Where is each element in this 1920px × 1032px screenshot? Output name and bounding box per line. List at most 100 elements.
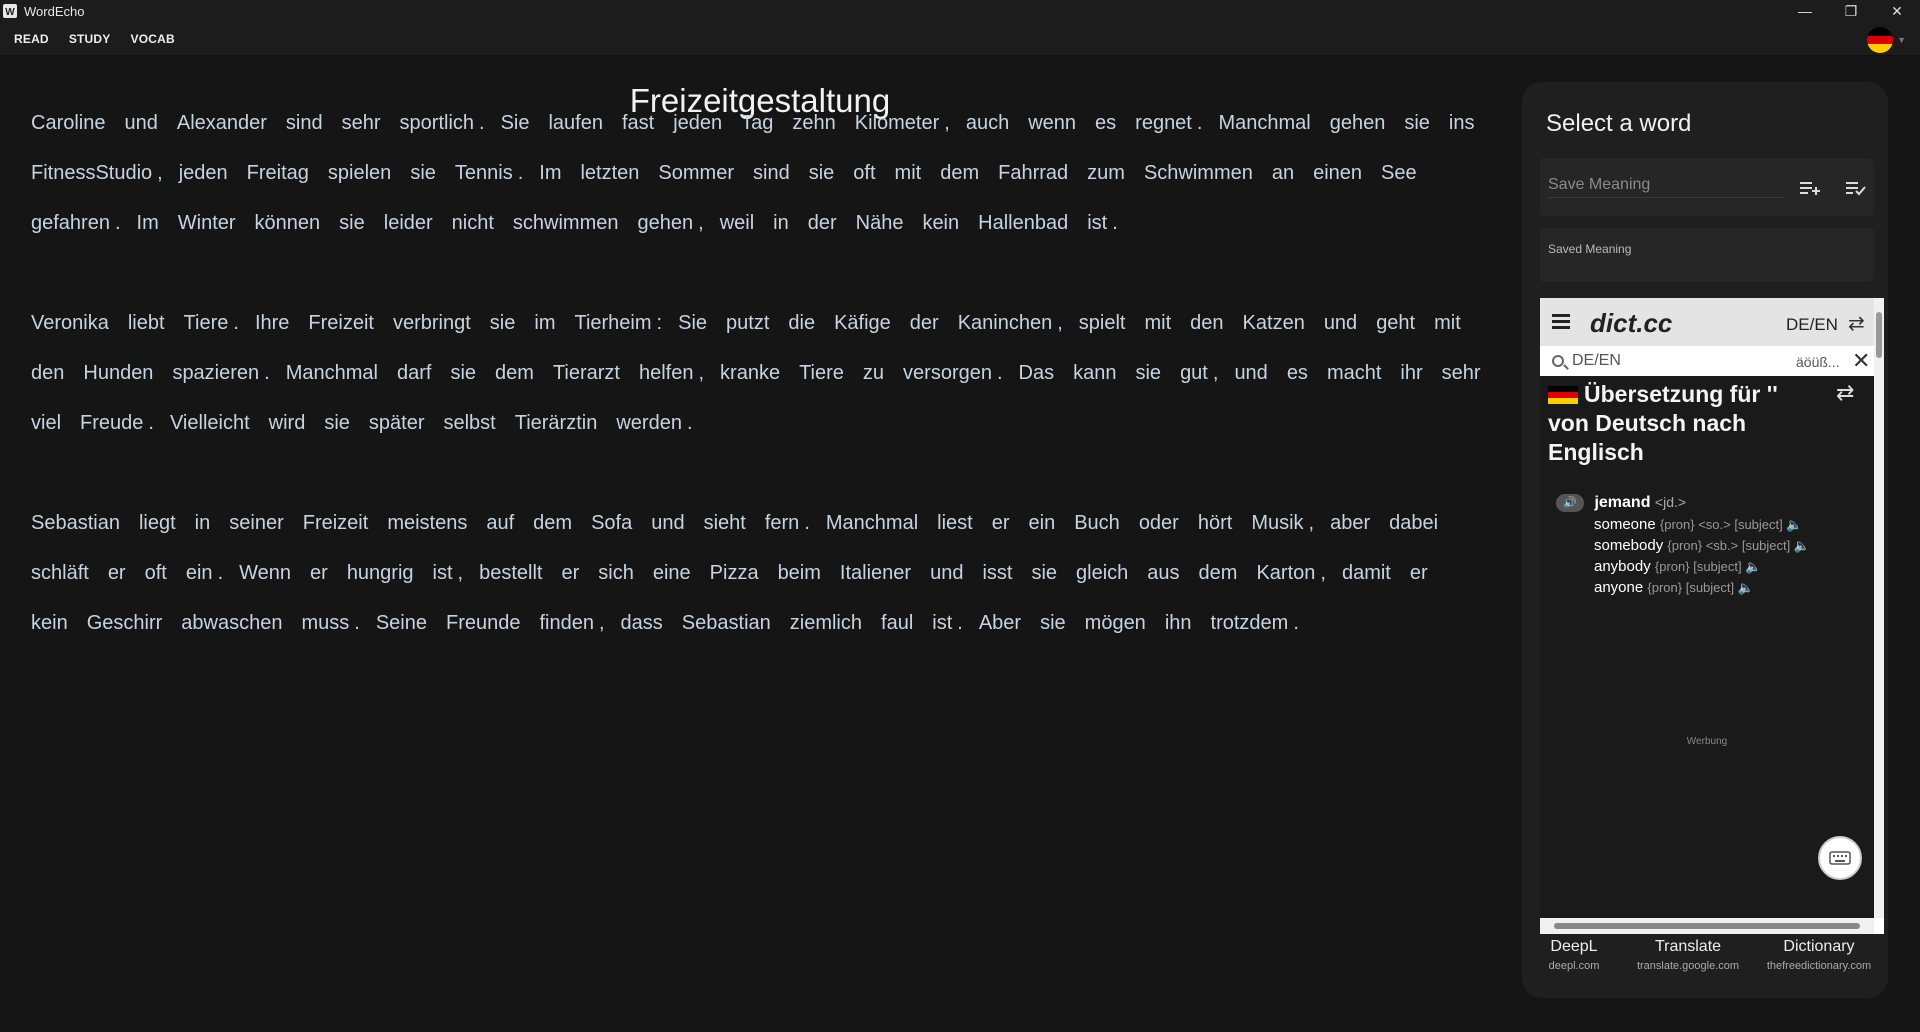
menu-read[interactable]: READ [14,32,49,46]
word[interactable]: zehn [792,98,835,148]
word[interactable]: ist [433,548,453,598]
word[interactable]: Ihre [255,298,289,348]
word[interactable]: Sebastian [682,598,771,648]
word[interactable]: Tag [741,98,773,148]
word[interactable]: sportlich [400,98,474,148]
word[interactable]: schläft [31,548,89,598]
word[interactable]: Sebastian [31,498,120,548]
word[interactable]: Veronika [31,298,109,348]
hamburger-menu-icon[interactable] [1552,314,1570,329]
word[interactable]: Wenn [239,548,291,598]
word[interactable]: Geschirr [87,598,163,648]
word[interactable]: sie [490,298,516,348]
word[interactable]: Manchmal [826,498,918,548]
word[interactable]: sie [339,198,365,248]
menu-study[interactable]: STUDY [69,32,111,46]
vertical-scrollbar[interactable] [1874,298,1884,918]
menu-vocab[interactable]: VOCAB [130,32,174,46]
word[interactable]: er [992,498,1010,548]
word[interactable]: Freude [80,398,143,448]
word[interactable]: kranke [720,348,780,398]
word[interactable]: fern [765,498,799,548]
word[interactable]: fast [622,98,654,148]
word[interactable]: sich [598,548,634,598]
word[interactable]: ziemlich [790,598,862,648]
word[interactable]: den [31,348,64,398]
word[interactable]: Schwimmen [1144,148,1253,198]
word[interactable]: werden [616,398,682,448]
translation-item[interactable]: somebody {pron} <sb.> [subject] 🔈 [1594,535,1856,556]
speaker-icon[interactable]: 🔊 [1556,494,1584,512]
word[interactable]: mit [1434,298,1461,348]
save-meaning-input[interactable] [1548,172,1784,198]
word[interactable]: eine [653,548,691,598]
language-selector[interactable]: ▼ [1867,27,1906,53]
word[interactable]: Manchmal [1218,98,1310,148]
word[interactable]: in [773,198,789,248]
word[interactable]: sind [286,98,323,148]
word[interactable]: viel [31,398,61,448]
word[interactable]: ist [932,598,952,648]
word[interactable]: sie [1404,98,1430,148]
word[interactable]: er [561,548,579,598]
word[interactable]: zu [863,348,884,398]
special-chars-button[interactable]: äöüß... [1796,354,1840,370]
word[interactable]: gehen [638,198,694,248]
clear-icon[interactable]: ✕ [1852,348,1870,374]
word[interactable]: Manchmal [286,348,378,398]
word[interactable]: mit [895,148,922,198]
maximize-button[interactable]: ❐ [1828,0,1874,22]
link-translate[interactable]: Translate translate.google.com [1626,938,1750,972]
word[interactable]: ein [1029,498,1056,548]
word[interactable]: dem [495,348,534,398]
word[interactable]: bestellt [479,548,542,598]
translation-item[interactable]: someone {pron} <so.> [subject] 🔈 [1594,514,1856,535]
word[interactable]: Freitag [247,148,309,198]
word[interactable]: Buch [1074,498,1120,548]
word[interactable]: regnet [1135,98,1192,148]
word[interactable]: es [1095,98,1116,148]
word[interactable]: aus [1147,548,1179,598]
word[interactable]: Katzen [1243,298,1305,348]
word[interactable]: Pizza [710,548,759,598]
word[interactable]: die [788,298,815,348]
word[interactable]: er [108,548,126,598]
keyboard-icon[interactable] [1818,836,1862,880]
word[interactable]: Kilometer [855,98,939,148]
word[interactable]: jeden [179,148,228,198]
word[interactable]: darf [397,348,431,398]
word[interactable]: später [369,398,425,448]
word[interactable]: dabei [1389,498,1438,548]
word[interactable]: muss [301,598,349,648]
word[interactable]: sie [410,148,436,198]
translation-item[interactable]: anybody {pron} [subject] 🔈 [1594,556,1856,577]
word[interactable]: ins [1449,98,1475,148]
word[interactable]: Sie [501,98,530,148]
word[interactable]: sie [1031,548,1057,598]
word[interactable]: gut [1180,348,1208,398]
word[interactable]: kein [31,598,68,648]
word[interactable]: damit [1342,548,1391,598]
word[interactable]: können [255,198,321,248]
word[interactable]: Käfige [834,298,891,348]
word[interactable]: und [124,98,157,148]
word[interactable]: macht [1327,348,1381,398]
word[interactable]: gefahren [31,198,110,248]
link-dictionary[interactable]: Dictionary thefreedictionary.com [1750,938,1888,972]
word[interactable]: er [310,548,328,598]
word[interactable]: in [195,498,211,548]
word[interactable]: ihn [1165,598,1192,648]
headword[interactable]: jemand <jd.> [1594,494,1686,511]
word[interactable]: mit [1145,298,1172,348]
word[interactable]: Karton [1256,548,1315,598]
word[interactable]: sieht [704,498,746,548]
word[interactable]: Kaninchen [958,298,1053,348]
word[interactable]: oft [853,148,875,198]
word[interactable]: Winter [178,198,236,248]
word[interactable]: kann [1073,348,1116,398]
word[interactable]: sehr [342,98,381,148]
word[interactable]: und [651,498,684,548]
word[interactable]: leider [384,198,433,248]
word[interactable]: auch [966,98,1009,148]
word[interactable]: geht [1376,298,1415,348]
